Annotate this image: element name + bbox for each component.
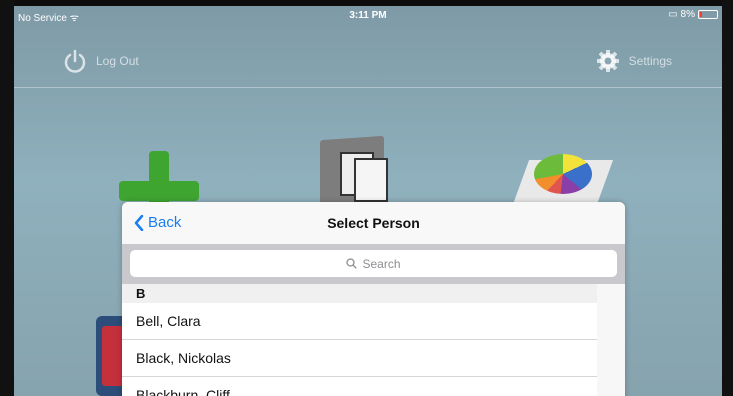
logout-label: Log Out: [96, 54, 139, 68]
power-icon: [64, 49, 86, 73]
app-bar: Log Out Settings: [14, 32, 722, 88]
battery-icon: [698, 10, 718, 19]
logout-button[interactable]: Log Out: [62, 48, 139, 74]
search-placeholder: Search: [362, 256, 401, 271]
list-item[interactable]: Blackburn, Cliff: [122, 377, 597, 396]
search-bar: Search: [122, 244, 625, 284]
search-icon: [346, 258, 358, 269]
settings-label: Settings: [628, 54, 672, 68]
carrier-label: No Service ᯤ: [18, 10, 79, 24]
settings-button[interactable]: Settings: [595, 48, 672, 74]
status-bar: No Service ᯤ 3:11 PM ▭ 8%: [14, 6, 722, 24]
carrier-text: No Service: [18, 13, 67, 24]
modal-title: Select Person: [327, 215, 420, 231]
list-item[interactable]: Bell, Clara: [122, 303, 597, 340]
airplay-icon: ▭: [668, 9, 678, 20]
modal-header: Back Select Person: [122, 202, 625, 244]
person-list: Bell, Clara Black, Nickolas Blackburn, C…: [122, 303, 597, 396]
device-bezel-left: [0, 0, 14, 396]
screen: No Service ᯤ 3:11 PM ▭ 8% Log Out Settin…: [14, 6, 722, 396]
status-right: ▭ 8%: [668, 9, 718, 20]
wifi-icon: ᯤ: [69, 13, 79, 24]
search-input[interactable]: Search: [130, 250, 617, 277]
battery-percent: 8%: [680, 9, 695, 20]
gear-icon: [596, 50, 619, 72]
select-person-modal: Back Select Person Search B Bell, Clara …: [122, 202, 625, 396]
section-header: B: [122, 284, 597, 303]
device-bezel-right: [722, 0, 733, 396]
list-item[interactable]: Black, Nickolas: [122, 340, 597, 377]
status-time: 3:11 PM: [349, 10, 387, 21]
